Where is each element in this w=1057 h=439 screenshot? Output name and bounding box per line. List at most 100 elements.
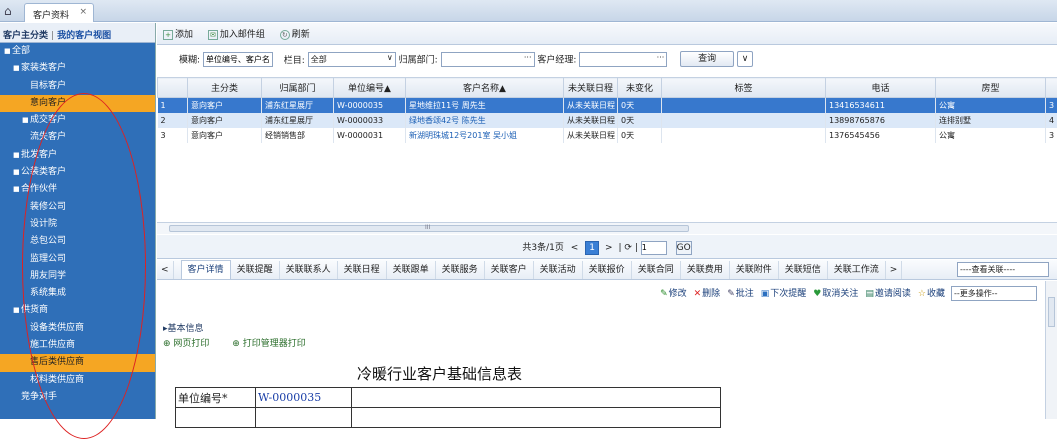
column-header[interactable]: 电话 bbox=[826, 78, 936, 98]
customer-name-link[interactable]: 星地维拉11号 周先生 bbox=[406, 98, 564, 113]
sidebar-item[interactable]: 系统集成 bbox=[0, 285, 155, 302]
detail-tab[interactable]: 关联跟单 bbox=[387, 261, 436, 280]
detail-tab[interactable]: 关联服务 bbox=[436, 261, 485, 280]
detail-tab[interactable]: 关联合同 bbox=[632, 261, 681, 280]
add-button[interactable]: +添加 bbox=[163, 27, 193, 40]
detail-tab[interactable]: 客户详情 bbox=[181, 260, 231, 280]
sidebar-item[interactable]: 竞争对手 bbox=[0, 389, 155, 406]
tab-scroll-right[interactable]: > bbox=[886, 261, 903, 280]
sidebar-item[interactable]: 材料类供应商 bbox=[0, 372, 155, 389]
sidebar-item[interactable]: ■合作伙伴 bbox=[0, 181, 155, 198]
column-header[interactable]: 客户名称▲ bbox=[406, 78, 564, 98]
current-page[interactable]: 1 bbox=[585, 241, 599, 255]
sidebar-item[interactable]: 装修公司 bbox=[0, 199, 155, 216]
my-customer-view-link[interactable]: 我的客户视图 bbox=[57, 31, 111, 41]
tab-bar: ⌂ 客户资料 × bbox=[0, 0, 1057, 22]
sidebar-item[interactable]: ■批发客户 bbox=[0, 147, 155, 164]
action-button[interactable]: ♥取消关注 bbox=[813, 289, 858, 299]
home-icon[interactable]: ⌂ bbox=[4, 4, 18, 18]
table-row[interactable]: 3意向客户经销销售部W-0000031新湖明珠城12号201室 吴小姐从未关联日… bbox=[158, 128, 1057, 143]
detail-tab[interactable]: 关联活动 bbox=[534, 261, 583, 280]
sidebar-item[interactable]: 流失客户 bbox=[0, 129, 155, 146]
sidebar-item[interactable]: 售后类供应商 bbox=[0, 354, 155, 371]
sidebar-title[interactable]: 客户主分类 bbox=[3, 31, 48, 41]
dept-select[interactable]: ··· bbox=[441, 52, 535, 67]
manager-select[interactable]: ··· bbox=[579, 52, 667, 67]
query-options-button[interactable]: ∨ bbox=[737, 51, 753, 67]
detail-tab[interactable]: 关联报价 bbox=[583, 261, 632, 280]
expand-icon[interactable]: ■ bbox=[13, 302, 21, 319]
sidebar-item[interactable]: ■成交客户 bbox=[0, 112, 155, 129]
sidebar-item[interactable]: 设备类供应商 bbox=[0, 320, 155, 337]
scrollbar-thumb[interactable]: III bbox=[169, 225, 689, 232]
sidebar-item[interactable]: ■家装类客户 bbox=[0, 60, 155, 77]
detail-tab[interactable]: 关联工作流 bbox=[828, 261, 886, 280]
vertical-scrollbar[interactable] bbox=[1045, 281, 1057, 419]
column-header[interactable]: 未变化 bbox=[618, 78, 662, 98]
detail-tab[interactable]: 关联日程 bbox=[338, 261, 387, 280]
horizontal-scrollbar[interactable]: III bbox=[157, 222, 1057, 234]
tab-scroll-left[interactable]: < bbox=[157, 261, 174, 280]
customer-name-link[interactable]: 新湖明珠城12号201室 吴小姐 bbox=[406, 128, 564, 143]
page-number-input[interactable] bbox=[641, 241, 667, 255]
action-button[interactable]: ☆收藏 bbox=[918, 289, 945, 299]
sidebar-item[interactable]: 监理公司 bbox=[0, 251, 155, 268]
action-button[interactable]: ▣下次提醒 bbox=[761, 289, 807, 299]
tab-customer-info[interactable]: 客户资料 × bbox=[24, 3, 94, 22]
expand-icon[interactable]: ■ bbox=[13, 164, 21, 181]
fuzzy-input[interactable] bbox=[203, 52, 273, 67]
column-header[interactable]: 房型 bbox=[936, 78, 1046, 98]
column-header[interactable]: 单位编号▲ bbox=[334, 78, 406, 98]
column-header[interactable] bbox=[1046, 78, 1057, 98]
detail-tab[interactable]: 关联费用 bbox=[681, 261, 730, 280]
web-print-link[interactable]: ⊕ 网页打印 bbox=[163, 339, 219, 349]
action-button[interactable]: ✎批注 bbox=[727, 289, 754, 299]
column-header[interactable] bbox=[158, 78, 188, 98]
go-button[interactable]: GO bbox=[676, 241, 692, 255]
sidebar-item[interactable]: 朋友同学 bbox=[0, 268, 155, 285]
add-mail-group-button[interactable]: ✉加入邮件组 bbox=[208, 27, 265, 40]
sidebar-item[interactable]: 意向客户 bbox=[0, 95, 155, 112]
view-related-select[interactable]: ----查看关联---- bbox=[957, 262, 1049, 277]
table-row[interactable]: 2意向客户浦东红星展厅W-0000033绿地香颂42号 陈先生从未关联日程0天1… bbox=[158, 113, 1057, 128]
sidebar-item[interactable]: 总包公司 bbox=[0, 233, 155, 250]
manager-print-link[interactable]: ⊕ 打印管理器打印 bbox=[232, 339, 315, 349]
expand-icon[interactable]: ■ bbox=[13, 147, 21, 164]
table-row[interactable]: 1意向客户浦东红星展厅W-0000035星地维拉11号 周先生从未关联日程0天1… bbox=[158, 98, 1057, 113]
sidebar-item[interactable]: ■供货商 bbox=[0, 302, 155, 319]
action-button[interactable]: ▤邀请阅读 bbox=[865, 289, 911, 299]
prev-page-button[interactable]: < bbox=[571, 243, 579, 253]
code-value[interactable]: W-0000035 bbox=[256, 388, 352, 408]
next-page-button[interactable]: > bbox=[605, 243, 613, 253]
sidebar-item[interactable]: 设计院 bbox=[0, 216, 155, 233]
column-header[interactable]: 未关联日程 bbox=[564, 78, 618, 98]
action-button[interactable]: ✕删除 bbox=[694, 289, 721, 299]
sidebar-item[interactable]: ■全部 bbox=[0, 43, 155, 60]
sidebar-item[interactable]: ■公装类客户 bbox=[0, 164, 155, 181]
detail-tab[interactable]: 关联客户 bbox=[485, 261, 534, 280]
refresh-button[interactable]: ↻刷新 bbox=[280, 27, 310, 40]
expand-icon[interactable]: ■ bbox=[22, 112, 30, 129]
detail-tab[interactable]: 关联联系人 bbox=[280, 261, 338, 280]
sidebar-item[interactable]: 目标客户 bbox=[0, 78, 155, 95]
close-icon[interactable]: × bbox=[79, 7, 87, 17]
column-header[interactable]: 主分类 bbox=[188, 78, 262, 98]
basic-info-header[interactable]: ▸基本信息 bbox=[163, 321, 204, 334]
scrollbar-thumb[interactable] bbox=[1048, 297, 1055, 327]
expand-icon[interactable]: ■ bbox=[4, 43, 12, 60]
more-operations-select[interactable]: --更多操作-- bbox=[951, 286, 1037, 301]
column-select[interactable]: 全部∨ bbox=[308, 52, 396, 67]
detail-tab[interactable]: 关联提醒 bbox=[231, 261, 280, 280]
column-header[interactable]: 归属部门 bbox=[262, 78, 334, 98]
detail-tab[interactable]: 关联短信 bbox=[779, 261, 828, 280]
expand-icon[interactable]: ■ bbox=[13, 181, 21, 198]
customer-name-link[interactable]: 绿地香颂42号 陈先生 bbox=[406, 113, 564, 128]
expand-icon[interactable]: ■ bbox=[13, 60, 21, 77]
column-header[interactable]: 标签 bbox=[662, 78, 826, 98]
action-button[interactable]: ✎修改 bbox=[660, 289, 687, 299]
sidebar-item[interactable]: 施工供应商 bbox=[0, 337, 155, 354]
sidebar-item-label: 竞争对手 bbox=[21, 392, 57, 402]
detail-tab[interactable]: 关联附件 bbox=[730, 261, 779, 280]
query-button[interactable]: 查询 bbox=[680, 51, 734, 67]
page-refresh-icon[interactable]: ⟳ bbox=[624, 243, 632, 253]
